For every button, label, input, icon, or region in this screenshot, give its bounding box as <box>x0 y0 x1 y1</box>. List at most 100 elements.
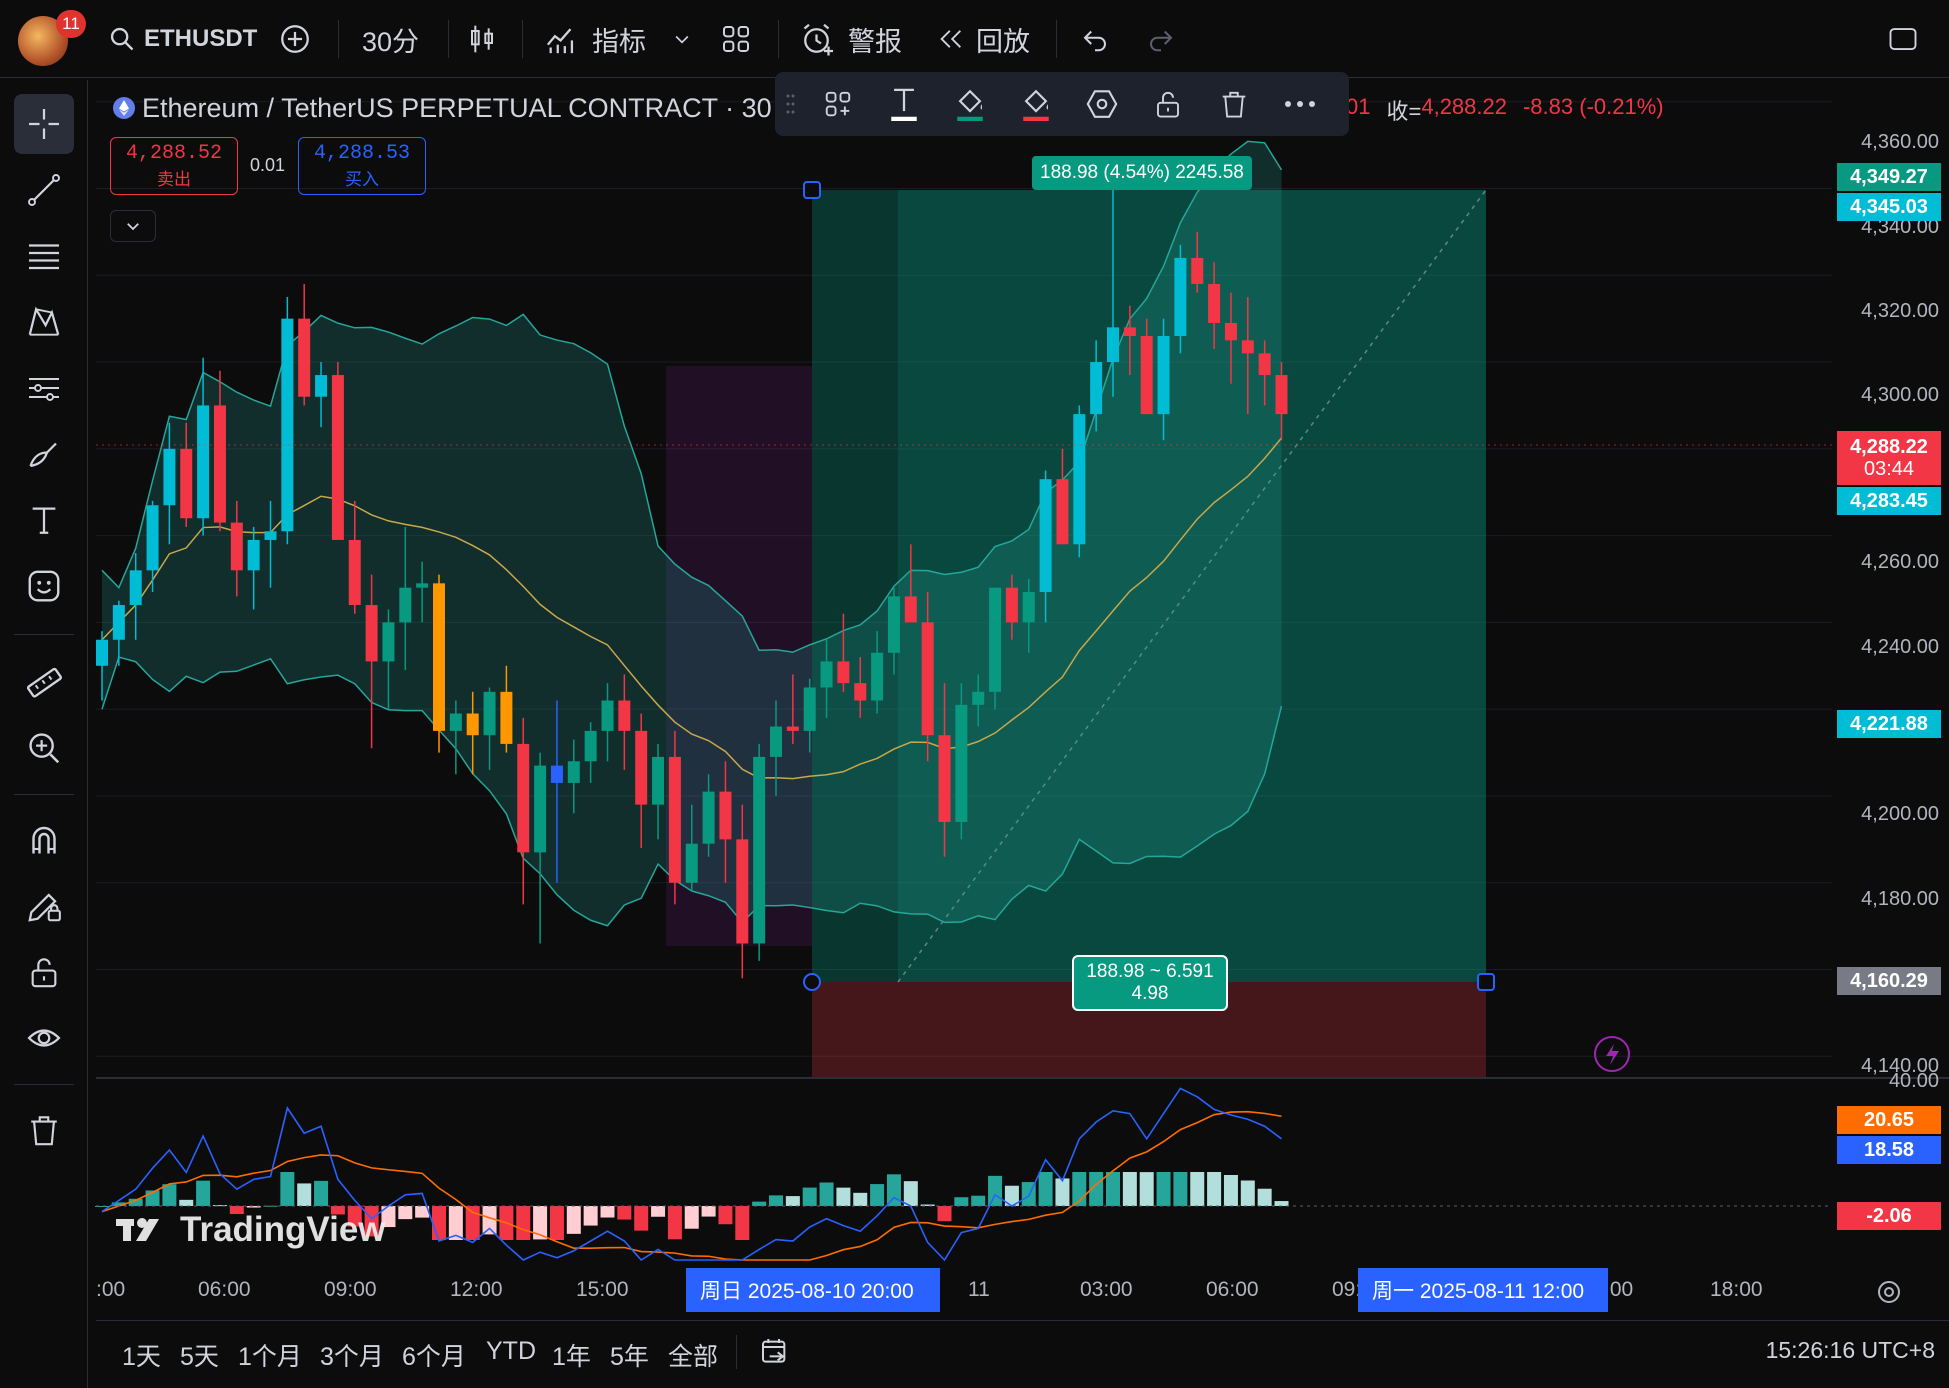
buy-label: 买入 <box>345 170 379 190</box>
macd-histogram-bar <box>314 1180 329 1206</box>
candle-body <box>685 843 698 883</box>
macd-histogram-bar <box>1207 1172 1222 1206</box>
time-tick: 15:00 <box>576 1278 629 1301</box>
position-handle-right[interactable] <box>1477 973 1495 991</box>
legend-ohlc-tail: 01 <box>1346 94 1371 119</box>
hexagon-settings-icon <box>1086 90 1118 118</box>
macd-histogram-bar <box>1257 1188 1272 1206</box>
price-tick: 4,360.00 <box>1861 131 1939 153</box>
candle-body <box>1224 322 1237 341</box>
more-button[interactable] <box>1267 72 1333 136</box>
more-dots-icon <box>1285 101 1315 107</box>
macd-histogram-bar <box>785 1196 800 1206</box>
collapse-legend-button[interactable] <box>110 210 156 242</box>
goto-date-button[interactable] <box>758 1335 792 1372</box>
delete-button[interactable] <box>1201 72 1267 136</box>
range-1y[interactable]: 1年 <box>552 1337 591 1373</box>
target-price-tag: 4,349.27 <box>1837 163 1941 191</box>
macd-signal-tag: 20.65 <box>1837 1106 1941 1134</box>
position-handle-top[interactable] <box>803 181 821 199</box>
candle-body <box>348 539 361 606</box>
range-5d[interactable]: 5天 <box>180 1337 219 1373</box>
candle-body <box>500 691 513 744</box>
position-handle-entry[interactable] <box>803 973 821 991</box>
macd-histogram-bar <box>886 1174 901 1206</box>
templates-button[interactable] <box>805 72 871 136</box>
price-tick: 4,180.00 <box>1861 888 1939 910</box>
time-tag-start: 周日 2025-08-10 20:00 <box>686 1268 940 1312</box>
ethereum-logo-icon <box>113 97 135 119</box>
candle-body <box>1191 257 1204 284</box>
macd-histogram-bar <box>853 1192 868 1206</box>
legend-close-value: 4,288.22 <box>1421 94 1507 119</box>
time-tick: 11 <box>968 1278 990 1301</box>
macd-histogram-bar <box>667 1206 682 1240</box>
range-1d[interactable]: 1天 <box>122 1337 161 1373</box>
time-tick: 18:00 <box>1710 1278 1763 1301</box>
candle-body <box>298 318 311 397</box>
candle-body <box>230 522 243 571</box>
range-5y[interactable]: 5年 <box>610 1337 649 1373</box>
line-color-button[interactable] <box>937 72 1003 136</box>
lower-band-tag: 4,221.88 <box>1837 710 1941 738</box>
range-all[interactable]: 全部 <box>668 1337 718 1373</box>
macd-histogram-bar <box>903 1181 918 1206</box>
candle-body <box>786 726 799 731</box>
candle-body <box>719 791 732 840</box>
range-6m[interactable]: 6个月 <box>402 1337 466 1373</box>
position-center-label[interactable]: 188.98 ~ 6.591 4.98 <box>1072 955 1228 1011</box>
macd-histogram-bar <box>836 1187 851 1206</box>
candle-body <box>129 570 142 606</box>
range-3m[interactable]: 3个月 <box>320 1337 384 1373</box>
macd-histogram-bar <box>398 1206 413 1220</box>
candle-body <box>972 691 985 705</box>
time-tick: :00 <box>96 1278 126 1301</box>
candle-body <box>904 596 917 623</box>
sell-button[interactable]: 4,288.52 卖出 <box>110 137 238 195</box>
candle-body <box>803 687 816 731</box>
candle-body <box>618 700 631 731</box>
time-tick: 12:00 <box>450 1278 503 1301</box>
macd-histogram-bar <box>954 1197 969 1206</box>
candle-body <box>466 713 479 736</box>
candle-body <box>1123 327 1136 337</box>
candle-body <box>770 726 782 757</box>
macd-histogram-bar <box>1274 1201 1289 1206</box>
paint-bucket-icon <box>957 89 983 121</box>
time-tick: 09:00 <box>324 1278 377 1301</box>
macd-histogram-bar <box>684 1206 699 1229</box>
last-price-value: 4,288.22 <box>1850 436 1928 458</box>
position-center-line2: 4.98 <box>1131 983 1169 1004</box>
sell-price: 4,288.52 <box>125 142 222 165</box>
clock[interactable]: 15:26:16 UTC+8 <box>1766 1337 1935 1364</box>
candle-body <box>1022 592 1035 623</box>
legend-values: 01 收= 4,288.22 -8.83 (-0.21%) <box>1346 94 1664 126</box>
lock-button[interactable] <box>1135 72 1201 136</box>
macd-histogram-tag: -2.06 <box>1837 1202 1941 1230</box>
drag-handle[interactable] <box>775 72 805 136</box>
candle-body <box>837 661 850 684</box>
macd-histogram-bar <box>651 1206 666 1217</box>
buy-button[interactable]: 4,288.53 买入 <box>298 137 426 195</box>
candle-body <box>1090 362 1103 415</box>
sell-label: 卖出 <box>157 170 191 190</box>
macd-histogram-bar <box>870 1184 885 1206</box>
range-1m[interactable]: 1个月 <box>238 1337 302 1373</box>
legend-change: -8.83 (-0.21%) <box>1522 94 1664 119</box>
candle-body <box>921 622 934 736</box>
price-chart[interactable] <box>0 0 1949 1388</box>
candle-body <box>449 713 462 731</box>
macd-histogram-bar <box>1223 1174 1238 1206</box>
fill-color-button[interactable] <box>1003 72 1069 136</box>
candle-body <box>416 583 429 588</box>
settings-button[interactable] <box>1069 72 1135 136</box>
time-axis[interactable]: :00 06:00 09:00 12:00 15:00 11 03:00 06:… <box>96 1268 1949 1312</box>
range-ytd[interactable]: YTD <box>486 1337 536 1366</box>
price-tick: 4,320.00 <box>1861 300 1939 322</box>
candle-body <box>483 691 496 736</box>
macd-histogram-bar <box>752 1201 767 1206</box>
candle-body <box>96 639 108 666</box>
text-style-button[interactable] <box>871 72 937 136</box>
candle-body <box>331 375 344 540</box>
symbol-legend[interactable]: Ethereum / TetherUS PERPETUAL CONTRACT ·… <box>112 90 788 126</box>
